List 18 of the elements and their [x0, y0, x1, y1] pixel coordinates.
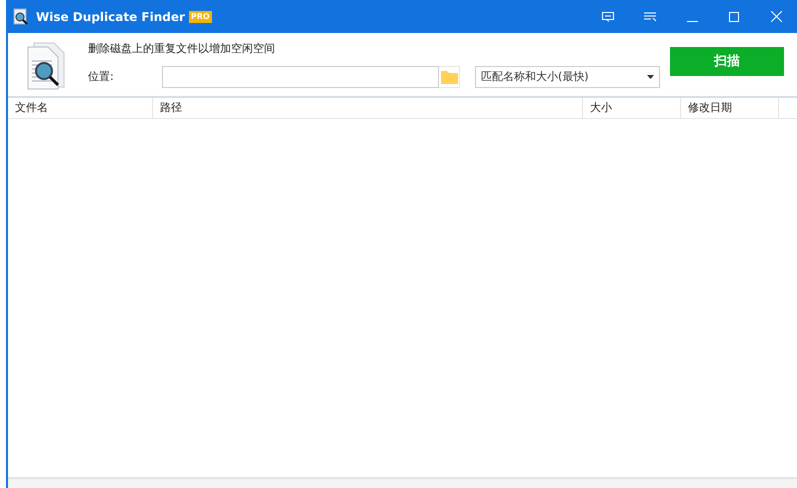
minimize-icon [686, 20, 698, 22]
close-icon [770, 11, 782, 22]
maximize-icon [729, 12, 739, 22]
location-label: 位置: [88, 68, 115, 84]
column-header[interactable]: 文件名 [8, 98, 153, 118]
window-title: Wise Duplicate Finder [36, 8, 185, 26]
match-mode-dropdown[interactable]: 匹配名称和大小(最快) [475, 66, 660, 88]
magnifier-document-icon [12, 8, 30, 26]
column-header[interactable]: 路径 [153, 98, 583, 118]
description-text: 删除磁盘上的重复文件以增加空闲空间 [88, 41, 276, 58]
column-header[interactable]: 大小 [583, 98, 681, 118]
column-header[interactable]: 修改日期 [681, 98, 779, 118]
folder-icon [440, 70, 458, 84]
pro-badge: PRO [188, 10, 212, 22]
chat-icon [602, 12, 614, 22]
caret-icon [647, 74, 654, 79]
menu-icon [644, 12, 656, 22]
location-field[interactable] [162, 66, 439, 88]
